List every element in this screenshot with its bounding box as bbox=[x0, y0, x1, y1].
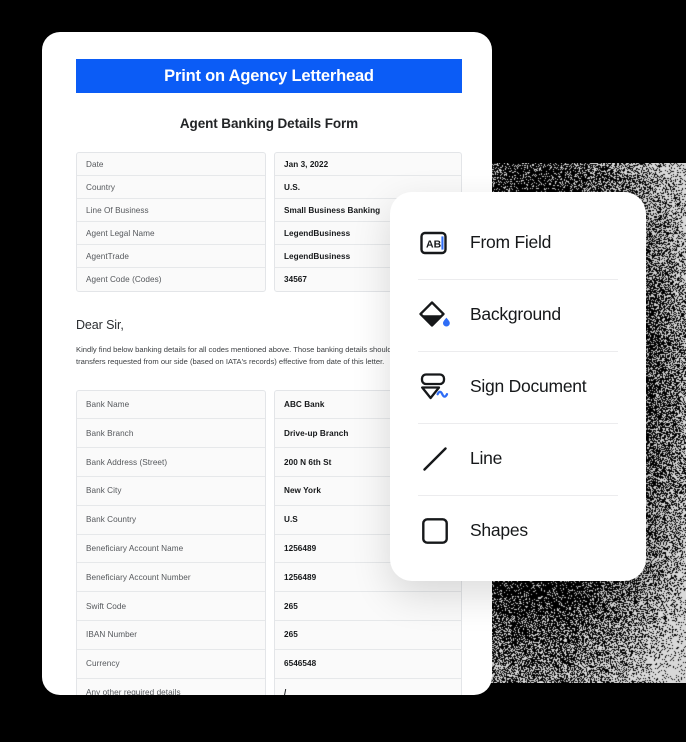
table-row-value[interactable]: 265 bbox=[275, 621, 461, 650]
line-icon bbox=[418, 442, 452, 476]
agent-table-label-column: Date Country Line Of Business Agent Legal N… bbox=[76, 152, 266, 292]
table-row-label: Bank Name bbox=[77, 391, 265, 420]
screenshot-stage: Print on Agency Letterhead Agent Banking… bbox=[0, 0, 686, 742]
table-row-label: Beneficiary Account Name bbox=[77, 535, 265, 564]
editor-tool-panel: AB From Field Background Sign Document L… bbox=[390, 192, 646, 581]
tool-item-sign-document[interactable]: Sign Document bbox=[390, 351, 646, 423]
document-subtitle: Agent Banking Details Form bbox=[76, 116, 462, 131]
table-row-label: Bank City bbox=[77, 477, 265, 506]
tool-item-label: Shapes bbox=[470, 520, 528, 541]
sign-document-icon bbox=[418, 370, 452, 404]
table-row-label: Swift Code bbox=[77, 592, 265, 621]
table-row-value[interactable]: 6546548 bbox=[275, 650, 461, 679]
tool-item-from-field[interactable]: AB From Field bbox=[390, 207, 646, 279]
table-row-label: Agent Legal Name bbox=[77, 222, 265, 245]
text-field-icon: AB bbox=[418, 226, 452, 260]
table-row-value[interactable]: 265 bbox=[275, 592, 461, 621]
letterhead-banner: Print on Agency Letterhead bbox=[76, 59, 462, 93]
table-row-label: Line Of Business bbox=[77, 199, 265, 222]
table-row-label: Agent Code (Codes) bbox=[77, 268, 265, 291]
table-row-label: Bank Country bbox=[77, 506, 265, 535]
tool-item-shapes[interactable]: Shapes bbox=[390, 495, 646, 567]
table-row-label: Country bbox=[77, 176, 265, 199]
tool-item-line[interactable]: Line bbox=[390, 423, 646, 495]
table-row-label: Beneficiary Account Number bbox=[77, 563, 265, 592]
table-row-label: Currency bbox=[77, 650, 265, 679]
table-row-label: Bank Address (Street) bbox=[77, 448, 265, 477]
table-row-value[interactable]: / bbox=[275, 679, 461, 695]
tool-item-label: Line bbox=[470, 448, 502, 469]
tool-item-label: Background bbox=[470, 304, 561, 325]
tool-menu: AB From Field Background Sign Document L… bbox=[390, 192, 646, 581]
table-row-label: AgentTrade bbox=[77, 245, 265, 268]
svg-text:AB: AB bbox=[426, 238, 442, 250]
table-row-value[interactable]: Jan 3, 2022 bbox=[275, 153, 461, 176]
table-row-label: Date bbox=[77, 153, 265, 176]
tool-item-label: From Field bbox=[470, 232, 551, 253]
table-row-label: IBAN Number bbox=[77, 621, 265, 650]
shapes-icon bbox=[418, 514, 452, 548]
tool-item-label: Sign Document bbox=[470, 376, 586, 397]
paint-bucket-icon bbox=[418, 298, 452, 332]
table-row-label: Any other required details bbox=[77, 679, 265, 695]
tool-item-background[interactable]: Background bbox=[390, 279, 646, 351]
bank-table-label-column: Bank Name Bank Branch Bank Address (Street… bbox=[76, 390, 266, 695]
table-row-label: Bank Branch bbox=[77, 419, 265, 448]
